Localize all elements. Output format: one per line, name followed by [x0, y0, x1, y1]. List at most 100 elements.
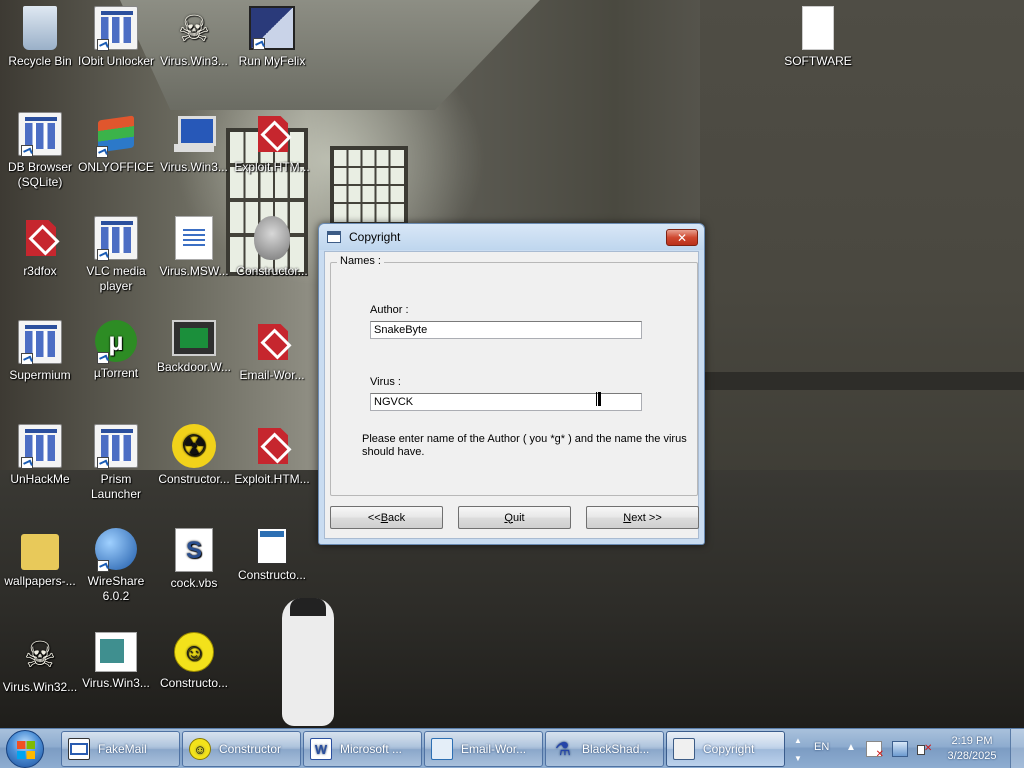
close-icon: ✕	[676, 230, 688, 245]
mail-icon	[68, 738, 90, 760]
author-field[interactable]	[370, 321, 642, 339]
recycle-bin-icon	[23, 6, 57, 50]
iobit-unlocker-icon	[94, 6, 138, 51]
virus-label: Virus :	[370, 376, 401, 388]
next-button[interactable]: Next >>	[586, 506, 699, 529]
db-browser-icon	[18, 112, 62, 157]
prism-launcher-icon	[94, 424, 138, 469]
desktop-icon-constructor-c[interactable]: Constructo...	[232, 528, 312, 583]
window-file-icon	[257, 528, 287, 564]
desktop-icon-email-wor[interactable]: Email-Wor...	[232, 320, 312, 383]
desktop-icon-vlc[interactable]: VLC media player	[76, 216, 156, 294]
desktop-icon-virus-win32[interactable]: ☠ Virus.Win32...	[0, 632, 80, 695]
system-clock[interactable]: 2:19 PM 3/28/2025	[940, 734, 1004, 764]
desktop-icon-unhackme[interactable]: UnHackMe	[0, 424, 80, 487]
exploit-file-icon	[250, 112, 294, 156]
virus-document-icon	[95, 632, 137, 672]
taskbar-scroll[interactable]: ▲ ▼	[791, 731, 805, 767]
shortcut-arrow-icon	[97, 457, 109, 469]
desktop-icon-virus-msw[interactable]: Virus.MSW...	[154, 216, 234, 279]
network-icon[interactable]	[892, 741, 908, 757]
wallpaper-rail	[700, 372, 1024, 390]
desktop-icon-software[interactable]: SOFTWARE	[778, 6, 858, 69]
shortcut-arrow-icon	[97, 39, 109, 51]
desktop-icon-cock-vbs[interactable]: S cock.vbs	[154, 528, 234, 591]
taskbar-item-constructor[interactable]: ☺ Constructor	[182, 731, 301, 767]
computer-icon	[172, 112, 216, 156]
desktop-icon-onlyoffice[interactable]: ONLYOFFICE	[76, 112, 156, 175]
chevron-up-icon[interactable]: ▲	[794, 736, 802, 745]
blank-file-icon	[802, 6, 834, 50]
desktop-icon-exploit-htm-b[interactable]: Exploit.HTM...	[232, 424, 312, 487]
author-label: Author :	[370, 304, 409, 316]
virus-name-field[interactable]	[370, 393, 642, 411]
desktop-icon-prism[interactable]: Prism Launcher	[76, 424, 156, 502]
alien-icon	[254, 216, 290, 260]
text-cursor-icon	[596, 392, 601, 406]
folder-icon	[21, 534, 59, 570]
shortcut-arrow-icon	[97, 560, 109, 572]
taskbar-item-fakemail[interactable]: FakeMail	[61, 731, 180, 767]
wireshare-globe-icon	[95, 528, 137, 572]
desktop-icon-utorrent[interactable]: µ µTorrent	[76, 320, 156, 381]
run-myfelix-icon	[249, 6, 295, 50]
desktop-icon-db-browser[interactable]: DB Browser (SQLite)	[0, 112, 80, 190]
desktop-icon-recycle-bin[interactable]: Recycle Bin	[0, 6, 80, 69]
action-center-flag-icon[interactable]	[866, 741, 884, 760]
taskbar-item-microsoft[interactable]: W Microsoft ...	[303, 731, 422, 767]
shortcut-arrow-icon	[21, 457, 33, 469]
clock-date: 3/28/2025	[947, 750, 997, 762]
desktop-icon-exploit-htm-a[interactable]: Exploit.HTM...	[232, 112, 312, 175]
email-icon	[431, 738, 453, 760]
start-button[interactable]	[6, 730, 44, 768]
desktop-icon-supermium[interactable]: Supermium	[0, 320, 80, 383]
r3dfox-icon	[18, 216, 62, 260]
taskbar-item-email-wor[interactable]: Email-Wor...	[424, 731, 543, 767]
quit-button[interactable]: Quit	[458, 506, 571, 529]
utorrent-icon: µ	[95, 320, 137, 364]
word-icon: W	[310, 738, 332, 760]
desktop-icon-virus-win3-b[interactable]: Virus.Win3...	[154, 112, 234, 175]
desktop-cat-figure	[282, 598, 334, 726]
window-icon	[673, 738, 695, 760]
onlyoffice-icon	[94, 112, 138, 158]
close-button[interactable]: ✕	[666, 229, 698, 246]
show-desktop-button[interactable]	[1010, 729, 1024, 768]
volume-muted-icon[interactable]	[916, 741, 932, 757]
skull-icon: ☠	[177, 7, 211, 49]
supermium-icon	[18, 320, 62, 365]
vlc-icon	[94, 216, 138, 261]
dialog-titlebar[interactable]: Copyright ✕	[319, 224, 704, 250]
desktop-icon-run-myfelix[interactable]: Run MyFelix	[232, 6, 312, 69]
desktop-icon-wireshare[interactable]: WireShare 6.0.2	[76, 528, 156, 604]
desktop-icon-backdoor[interactable]: Backdoor.W...	[154, 320, 234, 375]
back-button[interactable]: << Back	[330, 506, 443, 529]
desktop-icon-virus-win3-a[interactable]: ☠ Virus.Win3...	[154, 6, 234, 69]
exploit-file-icon	[250, 424, 294, 468]
document-icon	[175, 216, 213, 260]
chevron-down-icon[interactable]: ▼	[794, 754, 802, 763]
desktop-icon-constructor-d[interactable]: ☺ Constructo...	[154, 632, 234, 691]
taskbar-item-copyright[interactable]: Copyright	[666, 731, 785, 767]
desktop-icon-constructor-a[interactable]: Constructor...	[232, 216, 312, 279]
desktop-icon-virus-win3-c[interactable]: Virus.Win3...	[76, 632, 156, 691]
dialog-body: Names : Author : Virus : Please enter na…	[324, 251, 699, 539]
window-icon	[327, 231, 341, 243]
desktop-icon-constructor-b[interactable]: ☢ Constructor...	[154, 424, 234, 487]
shortcut-arrow-icon	[21, 145, 33, 157]
desktop-icon-wallpapers[interactable]: wallpapers-...	[0, 528, 80, 589]
taskbar-item-blackshad[interactable]: ⚗ BlackShad...	[545, 731, 664, 767]
flask-icon: ⚗	[554, 738, 572, 759]
language-indicator[interactable]: EN	[814, 741, 829, 753]
radiation-icon: ☢	[172, 424, 216, 468]
shortcut-arrow-icon	[21, 353, 33, 365]
shortcut-arrow-icon	[97, 249, 109, 261]
dialog-title: Copyright	[349, 230, 401, 244]
shortcut-arrow-icon	[253, 38, 265, 50]
names-group-label: Names :	[337, 255, 384, 267]
wallpaper-window-right	[330, 146, 408, 226]
desktop-icon-r3dfox[interactable]: r3dfox	[0, 216, 80, 279]
desktop-icon-iobit-unlocker[interactable]: IObit Unlocker	[76, 6, 156, 69]
skull-icon: ☠	[23, 633, 57, 675]
show-hidden-icons-chevron-icon[interactable]: ▲	[846, 742, 856, 753]
